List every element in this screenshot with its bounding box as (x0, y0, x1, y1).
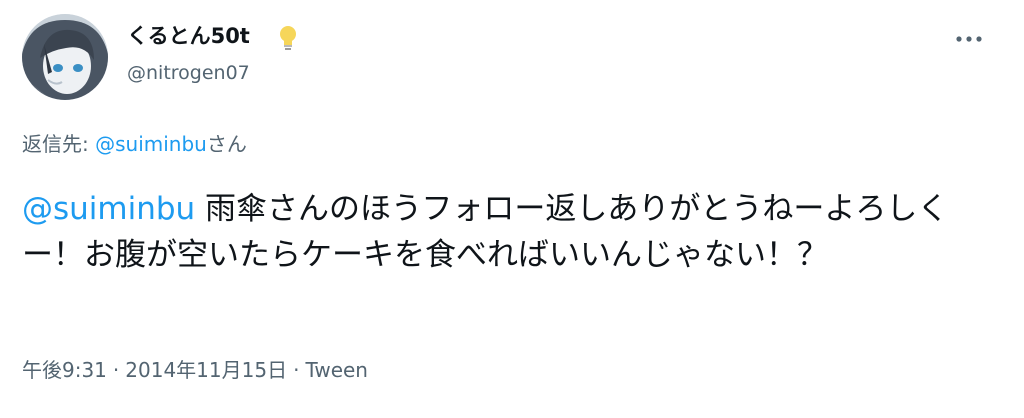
lightbulb-icon (280, 26, 296, 50)
tweet-source[interactable]: Tween (305, 358, 368, 382)
reply-prefix: 返信先: (22, 132, 96, 156)
handle[interactable]: @nitrogen07 (127, 60, 250, 86)
tweet-card: くるとん50t @nitrogen07 返信先: @suiminbuさん @su… (0, 0, 1024, 418)
avatar[interactable] (22, 14, 108, 100)
tweet-time[interactable]: 午後9:31 (22, 358, 107, 382)
tweet-mention-link[interactable]: @suiminbu (22, 191, 195, 227)
display-name[interactable]: くるとん50t (127, 22, 250, 50)
avatar-image (22, 14, 108, 100)
tweet-text: @suiminbu 雨傘さんのほうフォロー返しありがとうねーよろしくー！お腹が空… (22, 186, 982, 278)
meta-separator: · (293, 358, 300, 382)
reply-mention-link[interactable]: @suiminbu (95, 132, 207, 156)
tweet-meta: 午後9:31 · 2014年11月15日 · Tween (22, 356, 368, 384)
meta-separator: · (112, 358, 120, 382)
more-horizontal-icon (956, 36, 982, 42)
tweet-date[interactable]: 2014年11月15日 (125, 358, 287, 382)
reply-context: 返信先: @suiminbuさん (22, 130, 247, 158)
more-button[interactable] (948, 26, 990, 52)
reply-suffix: さん (206, 132, 247, 156)
